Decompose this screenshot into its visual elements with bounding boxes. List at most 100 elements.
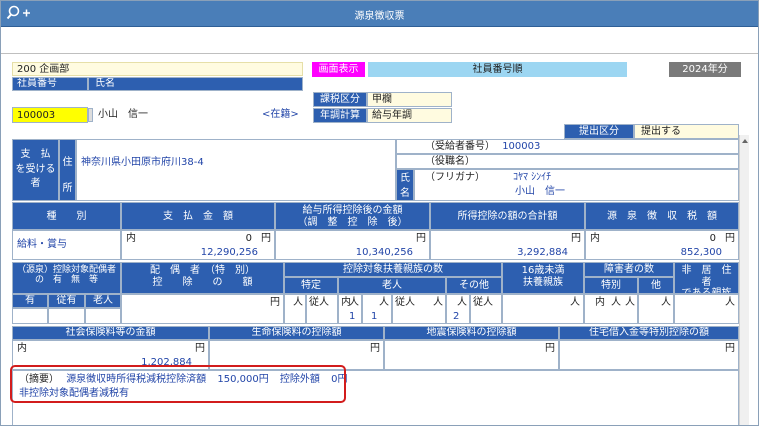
- sonota-count: 人 2: [446, 294, 470, 324]
- title-bar: 源泉徴収票: [0, 0, 759, 27]
- summary-excluded-value: 0円: [331, 374, 348, 385]
- nonresident-unit: 人: [725, 297, 735, 308]
- tokubetsu-unit2: 人: [625, 297, 635, 308]
- payment-inner-label: 内: [126, 233, 136, 244]
- summary-line2: 非控除対象配偶者減税有: [19, 388, 129, 399]
- rojin-uchi-value: 1: [349, 311, 356, 322]
- name-label: 氏名: [88, 77, 303, 91]
- address-value: 神奈川県小田原市府川38-4: [76, 139, 396, 201]
- furigana-value: ｺﾔﾏ ｼﾝｲﾁ: [513, 172, 552, 183]
- rojin-jyu-label: 従人: [395, 297, 415, 308]
- dependents-header: 控除対象扶養親族の数: [284, 262, 502, 277]
- life-yen: 円: [370, 343, 380, 354]
- under16-count: 人: [502, 294, 584, 324]
- under16-header: 16歳未満 扶養親族: [502, 262, 584, 294]
- label-person: 者: [30, 178, 41, 189]
- recipient-name: 小山 信一: [515, 186, 565, 197]
- spouse-yes-value[interactable]: [12, 308, 48, 324]
- ta-count: 人: [638, 294, 674, 324]
- spouse-old-col: 老人: [85, 294, 121, 308]
- rojin-value: 1: [371, 311, 378, 322]
- role-row: （役職名）: [396, 154, 739, 169]
- withholding-inner-value: 0: [709, 233, 716, 244]
- spouse-jyu-col: 従有: [48, 294, 85, 308]
- withholding-form: 200 企画部 画面表示 社員番号順 2024年分 社員番号 氏名 100003…: [12, 62, 747, 426]
- spouse-old-value[interactable]: [85, 308, 121, 324]
- after-deduction-yen: 円: [416, 233, 426, 244]
- col-withholding-header: 源 泉 徴 収 税 額: [585, 202, 739, 230]
- withholding-value: 852,300: [680, 247, 722, 258]
- sonota-jyu: 従人: [470, 294, 502, 324]
- status-badge: <在籍>: [262, 107, 303, 123]
- recipient-no-label: （受給者番号）: [425, 141, 495, 152]
- housing-yen: 円: [725, 343, 735, 354]
- sonota-jyu-label: 従人: [473, 297, 493, 308]
- income-type: 給料・賞与: [12, 230, 121, 260]
- tokutei-jyu-label: 従人: [309, 297, 329, 308]
- social-insurance-cell: 内 円 1,202,884: [12, 340, 209, 370]
- tokubetsu-unit1: 人: [611, 297, 621, 308]
- under16-unit: 人: [570, 297, 580, 308]
- label-pay: 支 払: [20, 149, 51, 160]
- name-row: （フリガナ） ｺﾔﾏ ｼﾝｲﾁ 小山 信一: [414, 169, 739, 201]
- name-label-2: 名: [400, 187, 410, 199]
- name-vertical-label: 氏 名: [396, 169, 414, 201]
- payment-inner-value: 0: [245, 233, 252, 244]
- tokutei-header: 特定: [284, 277, 338, 294]
- sort-order-button[interactable]: 社員番号順: [368, 62, 627, 77]
- window-title: 源泉徴収票: [354, 11, 405, 22]
- label-addr2: 所: [62, 183, 73, 194]
- payment-cell: 内 0 円 12,290,256: [121, 230, 275, 260]
- address-label: 住 所: [59, 139, 76, 201]
- after-deduction-cell: 円 10,340,256: [275, 230, 430, 260]
- submit-value: 提出する: [634, 124, 739, 139]
- col-after-deduction-header: 給与所得控除後の金額 （調 整 控 除 後）: [275, 202, 430, 230]
- rojin-uchi: 内 人 1: [338, 294, 362, 324]
- earthquake-insurance-cell: 円: [384, 340, 559, 370]
- sonota-value: 2: [453, 311, 460, 322]
- social-inner-label: 内: [17, 343, 27, 354]
- year-label: 2024年分: [669, 62, 741, 77]
- social-insurance-value: 1,202,884: [141, 357, 192, 368]
- summary-label: （摘要）: [19, 374, 59, 385]
- withholding-inner-label: 内: [590, 233, 600, 244]
- rojin-jyu-unit: 人: [433, 297, 443, 308]
- total-deduction-cell: 円 3,292,884: [430, 230, 585, 260]
- scroll-up-icon[interactable]: [742, 139, 748, 143]
- payment-yen-label: 円: [261, 233, 271, 244]
- name-label-1: 氏: [400, 173, 410, 184]
- spouse-jyu-value[interactable]: [48, 308, 85, 324]
- vertical-scrollbar[interactable]: [739, 135, 749, 426]
- spouse-deduction-header: 配 偶 者 （特 別） 控 除 の 額: [121, 262, 284, 294]
- emp-no-spinner[interactable]: [88, 108, 93, 122]
- label-recv: を受ける: [15, 163, 56, 175]
- emp-no-label: 社員番号: [12, 77, 88, 91]
- spouse-deduction-cell: 円: [121, 294, 284, 324]
- recipient-no-value: 100003: [502, 141, 541, 152]
- col-type-header: 種 別: [12, 202, 121, 230]
- toolbar-strip: [0, 27, 759, 54]
- dept-label: 200 企画部: [12, 62, 303, 76]
- role-label: （役職名）: [425, 156, 475, 167]
- summary-withheld-label: 源泉徴収時所得税減税控除済額: [66, 374, 207, 385]
- earthquake-insurance-header: 地震保険料の控除額: [384, 326, 559, 340]
- after-deduction-value: 10,340,256: [355, 247, 413, 258]
- tokubetsu-count: 内 人 人: [584, 294, 638, 324]
- nonresident-count: 人: [674, 294, 739, 324]
- label-addr1: 住: [62, 157, 73, 168]
- summary-withheld-value: 150,000円: [217, 374, 269, 385]
- total-deduction-yen: 円: [571, 233, 581, 244]
- earthquake-yen: 円: [545, 343, 555, 354]
- payment-value: 12,290,256: [200, 247, 258, 258]
- life-insurance-cell: 円: [209, 340, 384, 370]
- rojin-jyu: 従人 人: [392, 294, 446, 324]
- emp-no-input[interactable]: 100003: [12, 107, 88, 123]
- year-end-value: 給与年調: [367, 108, 452, 123]
- display-button[interactable]: 画面表示: [312, 62, 365, 77]
- withholding-yen: 円: [725, 233, 735, 244]
- housing-loan-header: 住宅借入金等特別控除の額: [559, 326, 739, 340]
- ta-header: 他: [638, 277, 674, 294]
- sonota-header: その他: [446, 277, 502, 294]
- col-total-deduction-header: 所得控除の額の合計額: [430, 202, 585, 230]
- summary-box: （摘要） 源泉徴収時所得税減税控除済額 150,000円 控除外額 0円 非控除…: [12, 370, 739, 426]
